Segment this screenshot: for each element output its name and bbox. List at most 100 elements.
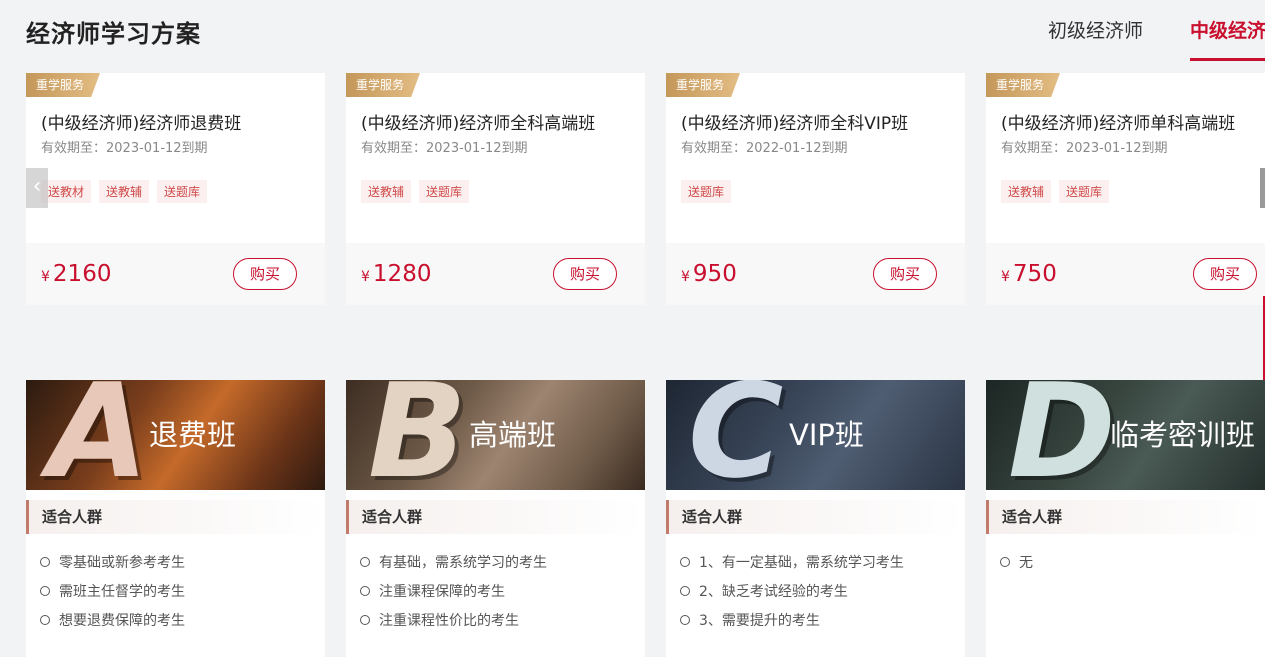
currency-symbol: ¥ bbox=[681, 269, 690, 285]
list-item: 1、有一定基础，需系统学习考生 bbox=[680, 552, 904, 581]
buy-button[interactable]: 购买 bbox=[553, 258, 617, 290]
audience-heading: 适合人群 bbox=[666, 500, 965, 534]
audience-text: 想要退费保障的考生 bbox=[59, 613, 185, 629]
gift-tag: 送教材 bbox=[41, 180, 92, 203]
plan-banner[interactable]: B 高端班 bbox=[346, 380, 645, 490]
product-name[interactable]: (中级经济师)经济师全科VIP班 bbox=[681, 109, 908, 134]
list-item: 零基础或新参考考生 bbox=[40, 552, 185, 581]
price: ¥750 bbox=[1001, 261, 1057, 287]
audience-text: 3、需要提升的考生 bbox=[699, 613, 820, 629]
list-item: 3、需要提升的考生 bbox=[680, 610, 904, 639]
service-badge: 重学服务 bbox=[666, 73, 740, 97]
audience-list: 有基础，需系统学习的考生 注重课程保障的考生 注重课程性价比的考生 bbox=[360, 552, 547, 639]
product-name[interactable]: (中级经济师)经济师单科高端班 bbox=[1001, 109, 1235, 134]
card-footer: ¥950 购买 bbox=[666, 243, 965, 305]
price-value: 750 bbox=[1012, 261, 1057, 287]
buy-button[interactable]: 购买 bbox=[873, 258, 937, 290]
price-value: 1280 bbox=[372, 261, 432, 287]
currency-symbol: ¥ bbox=[361, 269, 370, 285]
validity-text: 有效期至：2022-01-12到期 bbox=[681, 141, 848, 156]
page-title: 经济师学习方案 bbox=[26, 20, 201, 48]
carousel-next-handle[interactable] bbox=[1260, 168, 1265, 208]
plan-banner[interactable]: C VIP班 bbox=[666, 380, 965, 490]
price-value: 2160 bbox=[52, 261, 112, 287]
service-badge: 重学服务 bbox=[346, 73, 420, 97]
tab-intermediate-economist[interactable]: 中级经济 bbox=[1190, 16, 1265, 43]
circle-bullet-icon bbox=[1000, 557, 1010, 567]
audience-heading: 适合人群 bbox=[26, 500, 325, 534]
gift-tags: 送题库 bbox=[681, 180, 732, 203]
plan-card: A 退费班 适合人群 零基础或新参考考生 需班主任督学的考生 想要退费保障的考生 bbox=[26, 380, 325, 657]
product-card: 重学服务 (中级经济师)经济师全科VIP班 有效期至：2022-01-12到期 … bbox=[666, 73, 965, 305]
circle-bullet-icon bbox=[360, 615, 370, 625]
product-card: 重学服务 (中级经济师)经济师全科高端班 有效期至：2023-01-12到期 送… bbox=[346, 73, 645, 305]
plan-letter: B bbox=[368, 380, 468, 490]
plan-letter: D bbox=[1008, 380, 1116, 490]
audience-text: 2、缺乏考试经验的考生 bbox=[699, 584, 848, 600]
price: ¥1280 bbox=[361, 261, 431, 287]
plan-letter: A bbox=[48, 380, 149, 490]
price-value: 950 bbox=[692, 261, 737, 287]
tab-junior-economist[interactable]: 初级经济师 bbox=[1048, 16, 1143, 43]
circle-bullet-icon bbox=[360, 586, 370, 596]
gift-tag: 送题库 bbox=[681, 180, 732, 203]
audience-text: 1、有一定基础，需系统学习考生 bbox=[699, 555, 904, 571]
gift-tags: 送教辅 送题库 bbox=[361, 180, 470, 203]
audience-text: 需班主任督学的考生 bbox=[59, 584, 185, 600]
currency-symbol: ¥ bbox=[41, 269, 50, 285]
gift-tags: 送教材 送教辅 送题库 bbox=[41, 180, 208, 203]
product-name[interactable]: (中级经济师)经济师全科高端班 bbox=[361, 109, 595, 134]
plan-card: C VIP班 适合人群 1、有一定基础，需系统学习考生 2、缺乏考试经验的考生 … bbox=[666, 380, 965, 657]
audience-list: 无 bbox=[1000, 552, 1033, 581]
audience-text: 无 bbox=[1019, 555, 1033, 571]
audience-text: 注重课程性价比的考生 bbox=[379, 613, 519, 629]
service-badge: 重学服务 bbox=[986, 73, 1060, 97]
gift-tag: 送题库 bbox=[157, 180, 208, 203]
gift-tags: 送教辅 送题库 bbox=[1001, 180, 1110, 203]
list-item: 想要退费保障的考生 bbox=[40, 610, 185, 639]
circle-bullet-icon bbox=[40, 615, 50, 625]
plan-name: VIP班 bbox=[789, 418, 864, 452]
circle-bullet-icon bbox=[680, 615, 690, 625]
service-badge: 重学服务 bbox=[26, 73, 100, 97]
list-item: 注重课程性价比的考生 bbox=[360, 610, 547, 639]
plan-banner[interactable]: A 退费班 bbox=[26, 380, 325, 490]
circle-bullet-icon bbox=[360, 557, 370, 567]
plan-name: 退费班 bbox=[149, 418, 237, 452]
list-item: 有基础，需系统学习的考生 bbox=[360, 552, 547, 581]
currency-symbol: ¥ bbox=[1001, 269, 1010, 285]
product-card: 重学服务 (中级经济师)经济师单科高端班 有效期至：2023-01-12到期 送… bbox=[986, 73, 1265, 305]
card-footer: ¥1280 购买 bbox=[346, 243, 645, 305]
plan-name: 高端班 bbox=[469, 418, 557, 452]
validity-text: 有效期至：2023-01-12到期 bbox=[361, 141, 528, 156]
product-card: 重学服务 (中级经济师)经济师退费班 有效期至：2023-01-12到期 送教材… bbox=[26, 73, 325, 305]
audience-text: 注重课程保障的考生 bbox=[379, 584, 505, 600]
plan-card: D 临考密训班 适合人群 无 bbox=[986, 380, 1265, 657]
audience-list: 1、有一定基础，需系统学习考生 2、缺乏考试经验的考生 3、需要提升的考生 bbox=[680, 552, 904, 639]
gift-tag: 送教辅 bbox=[99, 180, 150, 203]
price: ¥950 bbox=[681, 261, 737, 287]
list-item: 2、缺乏考试经验的考生 bbox=[680, 581, 904, 610]
buy-button[interactable]: 购买 bbox=[1193, 258, 1257, 290]
audience-list: 零基础或新参考考生 需班主任督学的考生 想要退费保障的考生 bbox=[40, 552, 185, 639]
circle-bullet-icon bbox=[40, 586, 50, 596]
circle-bullet-icon bbox=[680, 557, 690, 567]
plan-letter: C bbox=[688, 380, 784, 490]
chevron-left-icon[interactable]: ‹ bbox=[26, 168, 48, 208]
card-footer: ¥750 购买 bbox=[986, 243, 1265, 305]
plan-banner[interactable]: D 临考密训班 bbox=[986, 380, 1265, 490]
plan-card: B 高端班 适合人群 有基础，需系统学习的考生 注重课程保障的考生 注重课程性价… bbox=[346, 380, 645, 657]
plan-name: 临考密训班 bbox=[1110, 418, 1256, 452]
list-item: 注重课程保障的考生 bbox=[360, 581, 547, 610]
list-item: 无 bbox=[1000, 552, 1033, 581]
gift-tag: 送教辅 bbox=[361, 180, 412, 203]
product-name[interactable]: (中级经济师)经济师退费班 bbox=[41, 109, 241, 134]
validity-text: 有效期至：2023-01-12到期 bbox=[41, 141, 208, 156]
gift-tag: 送题库 bbox=[419, 180, 470, 203]
buy-button[interactable]: 购买 bbox=[233, 258, 297, 290]
audience-heading: 适合人群 bbox=[986, 500, 1265, 534]
card-footer: ¥2160 购买 bbox=[26, 243, 325, 305]
audience-text: 有基础，需系统学习的考生 bbox=[379, 555, 547, 571]
circle-bullet-icon bbox=[680, 586, 690, 596]
gift-tag: 送题库 bbox=[1059, 180, 1110, 203]
